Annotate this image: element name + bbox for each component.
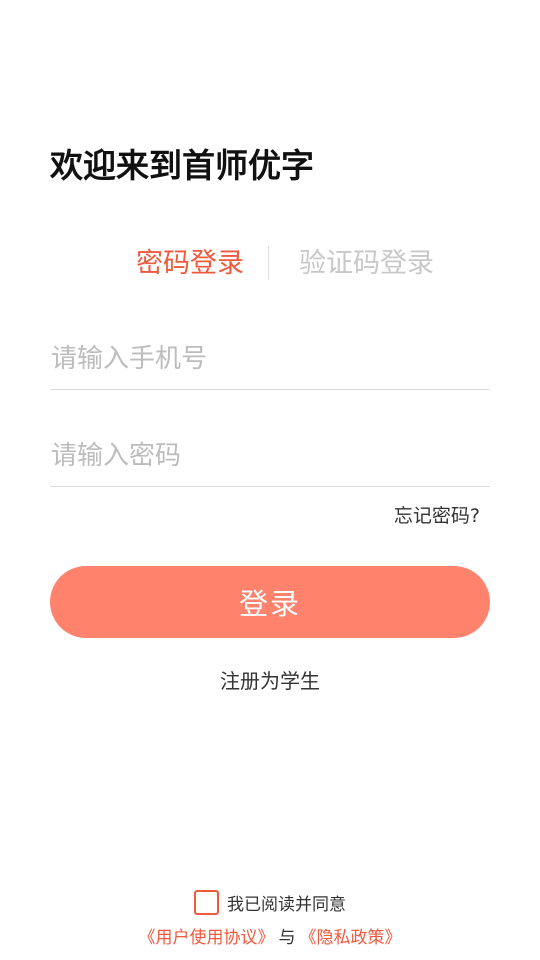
password-input[interactable] xyxy=(50,425,490,486)
login-tabs: 密码登录 验证码登录 xyxy=(0,240,540,288)
password-field xyxy=(50,425,490,487)
login-button[interactable]: 登录 xyxy=(50,566,490,638)
login-screen: 欢迎来到首师优字 密码登录 验证码登录 忘记密码? 登录 注册为学生 我已阅读并… xyxy=(0,0,540,960)
welcome-title: 欢迎来到首师优字 xyxy=(50,146,314,185)
forgot-password-link[interactable]: 忘记密码? xyxy=(394,502,480,530)
agreement-checkbox[interactable] xyxy=(194,889,219,915)
user-agreement-link[interactable]: 《用户使用协议》 xyxy=(139,923,275,948)
policy-separator: 与 xyxy=(278,927,296,948)
register-student-link[interactable]: 注册为学生 xyxy=(220,669,320,693)
agreement-row: 我已阅读并同意 xyxy=(0,888,540,916)
register-row: 注册为学生 xyxy=(0,666,540,696)
tab-password-login[interactable]: 密码登录 xyxy=(136,240,244,288)
phone-input[interactable] xyxy=(50,328,490,389)
tab-code-login[interactable]: 验证码登录 xyxy=(299,240,434,288)
tab-divider xyxy=(268,246,269,280)
privacy-policy-link[interactable]: 《隐私政策》 xyxy=(300,923,402,948)
policy-links: 《用户使用协议》 与 《隐私政策》 xyxy=(0,922,540,948)
agreement-text: 我已阅读并同意 xyxy=(227,894,346,915)
phone-field xyxy=(50,328,490,390)
